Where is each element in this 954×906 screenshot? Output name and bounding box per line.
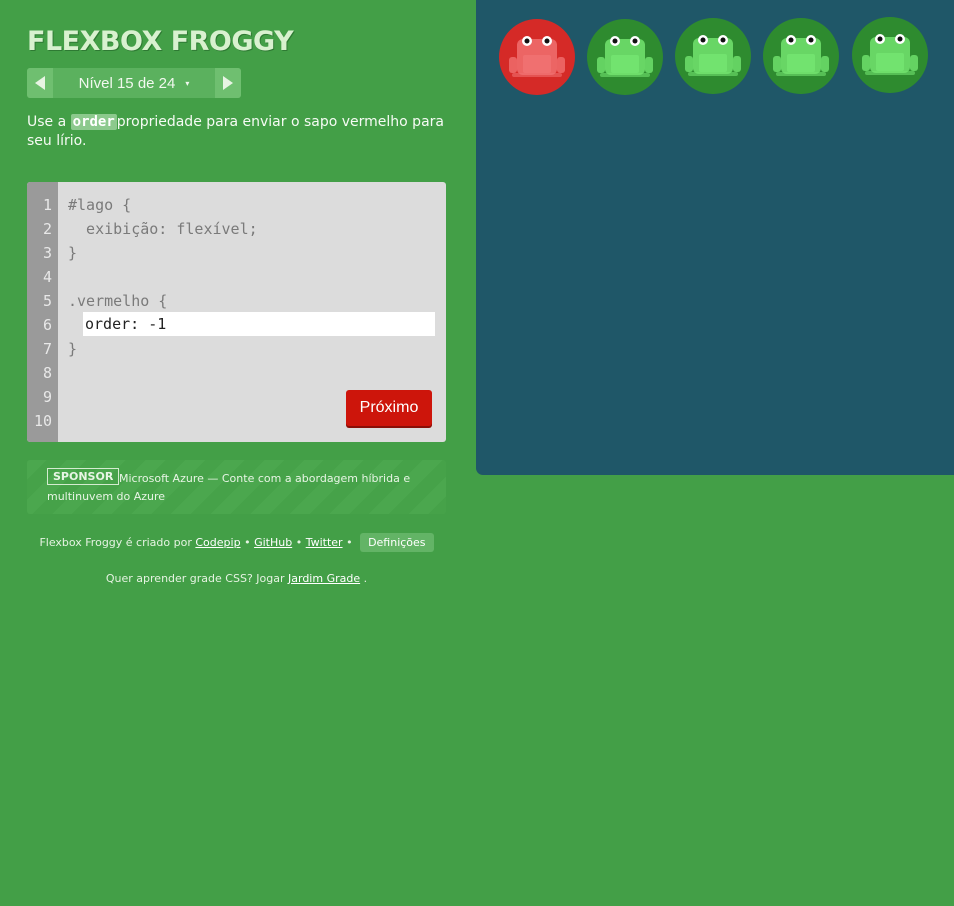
property-code: order [70, 114, 117, 130]
red-frog-icon [499, 19, 575, 95]
line-number: 1 [42, 196, 52, 214]
codepip-link[interactable]: Codepip [195, 536, 240, 549]
green-lily-pad-frog [585, 17, 665, 97]
css-answer-input[interactable] [83, 312, 435, 336]
green-frog-icon [852, 17, 928, 93]
previous-level-button[interactable] [27, 68, 53, 98]
triangle-right-icon [223, 76, 233, 90]
line-number: 7 [42, 340, 52, 358]
instructions-before: Use a [27, 114, 71, 130]
line-number-gutter: 1 2 3 4 5 6 7 8 9 10 [27, 182, 58, 442]
code-line: } [68, 244, 78, 262]
next-button[interactable]: Próximo [346, 390, 432, 426]
pond-board [476, 0, 954, 475]
green-frog-icon [763, 18, 839, 94]
code-line: exibição: flexível; [68, 220, 258, 238]
code-line: .vermelho { [68, 292, 168, 310]
grid-end: . [363, 572, 368, 585]
credits-text: Flexbox Froggy é criado por [39, 536, 192, 549]
level-navigation: Nível 15 de 24 ▾ [27, 68, 241, 98]
instructions: Use a order propriedade para enviar o sap… [27, 113, 446, 151]
level-dropdown[interactable]: Nível 15 de 24 ▾ [53, 68, 215, 98]
caret-down-icon: ▾ [185, 78, 190, 88]
code-line: } [68, 340, 78, 358]
github-link[interactable]: GitHub [254, 536, 292, 549]
code-line: #lago { [68, 196, 132, 214]
separator: • [244, 536, 251, 549]
green-lily-pad-frog [673, 16, 753, 96]
line-number: 10 [33, 412, 52, 430]
line-number: 3 [42, 244, 52, 262]
separator: • [295, 536, 303, 549]
grid-prompt: Quer aprender grade CSS? Jogar [105, 572, 285, 585]
green-lily-pad-frog [850, 15, 930, 95]
next-level-button[interactable] [215, 68, 241, 98]
level-label: Nível 15 de 24 [78, 74, 176, 92]
sponsor-banner[interactable]: SPONSOR Microsoft Azure — Conte com a ab… [27, 460, 446, 514]
code-editor: 1 2 3 4 5 6 7 8 9 10 #lago { exibição: f… [27, 182, 446, 442]
line-number: 9 [42, 388, 52, 406]
line-number: 5 [42, 292, 52, 310]
grid-garden-promo: Quer aprender grade CSS? Jogar Jardim Gr… [27, 572, 446, 585]
separator: • [346, 536, 353, 549]
app-title: FLEXBOX FROGGY [27, 26, 294, 57]
green-lily-pad-frog [761, 16, 841, 96]
green-frog-icon [675, 18, 751, 94]
green-frog-icon [587, 19, 663, 95]
red-lily-pad-frog [497, 17, 577, 97]
line-number: 2 [42, 220, 52, 238]
grid-garden-link[interactable]: Jardim Grade [288, 572, 360, 585]
settings-button[interactable]: Definições [360, 533, 434, 552]
line-number: 4 [42, 268, 52, 286]
line-number: 8 [42, 364, 52, 382]
line-number: 6 [42, 316, 52, 334]
sponsor-text: Microsoft Azure — Conte com a abordagem … [47, 472, 411, 503]
triangle-left-icon [35, 76, 45, 90]
twitter-link[interactable]: Twitter [306, 536, 343, 549]
credits-line: Flexbox Froggy é criado por Codepip • Gi… [27, 533, 446, 552]
